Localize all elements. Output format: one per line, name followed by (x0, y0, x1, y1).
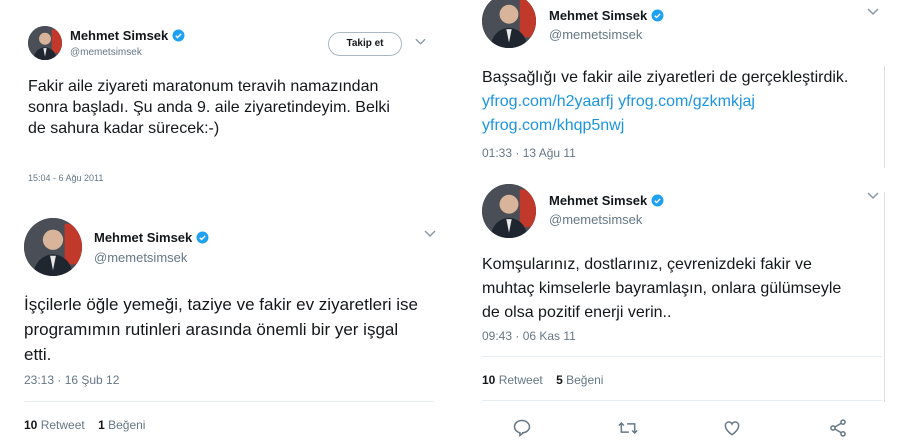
tweet-text: İşçilerle öğle yemeği, taziye ve fakir e… (24, 295, 418, 364)
author-name[interactable]: Mehmet Simsek (94, 230, 209, 245)
divider (482, 356, 882, 357)
verified-badge-icon (651, 194, 664, 207)
tweet-text: Komşularınız, dostlarınız, çevrenizdeki … (482, 256, 842, 321)
author-handle[interactable]: @memetsimsek (549, 212, 642, 227)
like-label[interactable]: Beğeni (108, 418, 145, 432)
share-icon[interactable] (828, 418, 848, 438)
card-edge (884, 66, 885, 168)
author-handle[interactable]: @memetsimsek (94, 250, 187, 265)
tweet-timestamp[interactable]: 09:43 · 06 Kas 11 (482, 329, 576, 343)
tweet-link-3[interactable]: yfrog.com/khqp5nwj (482, 117, 624, 134)
author-handle[interactable]: @memetsimsek (549, 27, 642, 42)
tweet-text-content: Başsağlığı ve fakir aile ziyaretleri de … (482, 69, 849, 86)
retweet-icon[interactable] (617, 418, 639, 438)
avatar-image-icon (482, 184, 536, 238)
avatar[interactable] (482, 184, 536, 238)
engagement-stats: 10 Retweet 5 Beğeni (482, 373, 603, 387)
tweet-link-2[interactable]: yfrog.com/gzkmkjaj (618, 93, 755, 110)
engagement-stats: 10 Retweet 1 Beğeni (24, 418, 145, 432)
chevron-down-icon[interactable] (424, 230, 436, 238)
avatar-image-icon (24, 218, 82, 276)
chevron-down-icon[interactable] (867, 8, 879, 16)
like-count[interactable]: 5 (556, 373, 563, 387)
retweet-count[interactable]: 10 (24, 418, 37, 432)
avatar[interactable] (482, 0, 536, 48)
verified-badge-icon (651, 9, 664, 22)
card-edge (884, 192, 885, 402)
retweet-label[interactable]: Retweet (499, 373, 543, 387)
tweet-link-1[interactable]: yfrog.com/h2yaarfj (482, 93, 614, 110)
follow-button[interactable]: Takip et (328, 32, 402, 56)
author-handle[interactable]: @memetsimsek (70, 47, 142, 58)
tweet-card-1: Mehmet Simsek @memetsimsek Takip et Faki… (18, 14, 444, 194)
chevron-down-icon[interactable] (867, 192, 879, 200)
author-name[interactable]: Mehmet Simsek (549, 193, 664, 208)
reply-icon[interactable] (512, 418, 532, 438)
tweet-timestamp[interactable]: 01:33 · 13 Ağu 11 (482, 146, 576, 160)
like-count[interactable]: 1 (98, 418, 105, 432)
verified-badge-icon (196, 231, 209, 244)
avatar-image-icon (28, 26, 62, 60)
tweet-card-3: Mehmet Simsek @memetsimsek Başsağlığı ve… (472, 0, 892, 170)
like-label[interactable]: Beğeni (566, 373, 603, 387)
chevron-down-icon[interactable] (415, 38, 426, 46)
author-name[interactable]: Mehmet Simsek (549, 8, 664, 23)
avatar-image-icon (482, 0, 536, 48)
divider (482, 400, 882, 401)
tweet-card-2: Mehmet Simsek @memetsimsek İşçilerle öğl… (14, 208, 444, 448)
tweet-text: Fakir aile ziyareti maratonum teravih na… (28, 78, 390, 137)
verified-badge-icon (172, 29, 185, 42)
avatar[interactable] (24, 218, 82, 276)
divider (24, 401, 434, 402)
author-name[interactable]: Mehmet Simsek (70, 28, 185, 43)
retweet-count[interactable]: 10 (482, 373, 495, 387)
avatar[interactable] (28, 26, 62, 60)
like-icon[interactable] (722, 418, 742, 438)
tweet-text: Başsağlığı ve fakir aile ziyaretleri de … (482, 66, 877, 138)
retweet-label[interactable]: Retweet (41, 418, 85, 432)
tweet-timestamp[interactable]: 15:04 - 6 Ağu 2011 (28, 173, 103, 183)
tweet-card-4: Mehmet Simsek @memetsimsek Komşularınız,… (472, 178, 892, 448)
tweet-timestamp[interactable]: 23:13 · 16 Şub 12 (24, 373, 119, 387)
